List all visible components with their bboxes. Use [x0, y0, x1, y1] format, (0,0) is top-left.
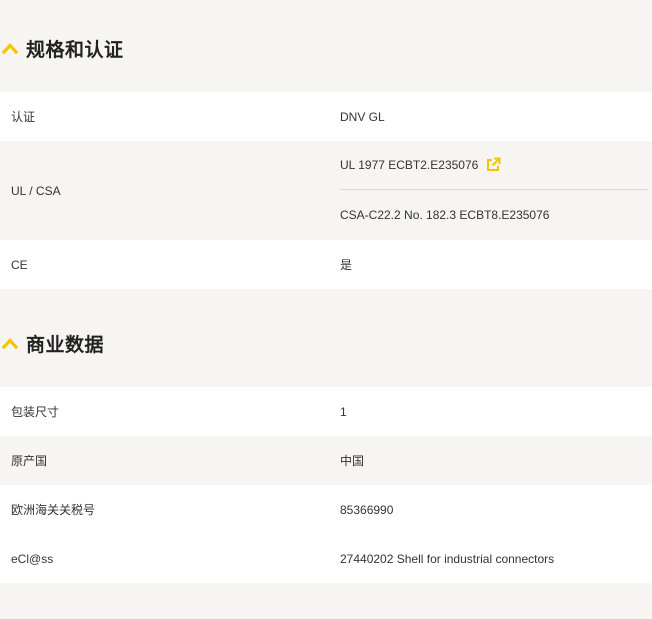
row-value-text: UL 1977 ECBT2.E235076	[340, 158, 479, 172]
table-row: UL / CSA UL 1977 ECBT2.E235076 CSA-C22.2…	[0, 141, 652, 240]
row-value-item: CSA-C22.2 No. 182.3 ECBT8.E235076	[328, 190, 652, 239]
chevron-up-icon[interactable]	[2, 42, 18, 54]
specs-table: 认证 DNV GL UL / CSA UL 1977 ECBT2.E235076…	[0, 92, 652, 289]
section-title-commercial: 商业数据	[26, 333, 105, 356]
row-value: 27440202 Shell for industrial connectors	[340, 551, 555, 566]
row-label: eCl@ss	[11, 551, 54, 566]
section-title-specs: 规格和认证	[26, 38, 124, 61]
table-row: 欧洲海关关税号 85366990	[0, 485, 652, 534]
row-label: 原产国	[11, 454, 48, 468]
row-value-item: UL 1977 ECBT2.E235076	[340, 141, 648, 190]
external-link-icon[interactable]	[485, 157, 501, 173]
section-header-specs[interactable]: 规格和认证	[0, 28, 652, 68]
row-value: 1	[340, 404, 347, 419]
chevron-up-icon[interactable]	[2, 337, 18, 349]
row-label: CE	[11, 257, 28, 272]
commercial-table: 包装尺寸 1 原产国 中国 欧洲海关关税号 85366990 eCl@ss 27…	[0, 387, 652, 583]
row-value: 85366990	[340, 502, 394, 517]
table-row: eCl@ss 27440202 Shell for industrial con…	[0, 534, 652, 583]
section-header-commercial[interactable]: 商业数据	[0, 323, 652, 363]
table-row: CE 是	[0, 240, 652, 289]
table-row: 原产国 中国	[0, 436, 652, 485]
row-value-text: CSA-C22.2 No. 182.3 ECBT8.E235076	[340, 207, 550, 222]
table-row: 包装尺寸 1	[0, 387, 652, 436]
row-value: 中国	[340, 454, 365, 468]
row-label: 欧洲海关关税号	[11, 503, 96, 517]
row-label: UL / CSA	[11, 183, 61, 198]
table-row: 认证 DNV GL	[0, 92, 652, 141]
row-label: 认证	[11, 110, 36, 124]
row-value: 是	[340, 258, 353, 272]
row-value: DNV GL	[340, 109, 385, 124]
row-values: UL 1977 ECBT2.E235076 CSA-C22.2 No. 182.…	[328, 141, 652, 240]
row-label: 包装尺寸	[11, 405, 60, 419]
